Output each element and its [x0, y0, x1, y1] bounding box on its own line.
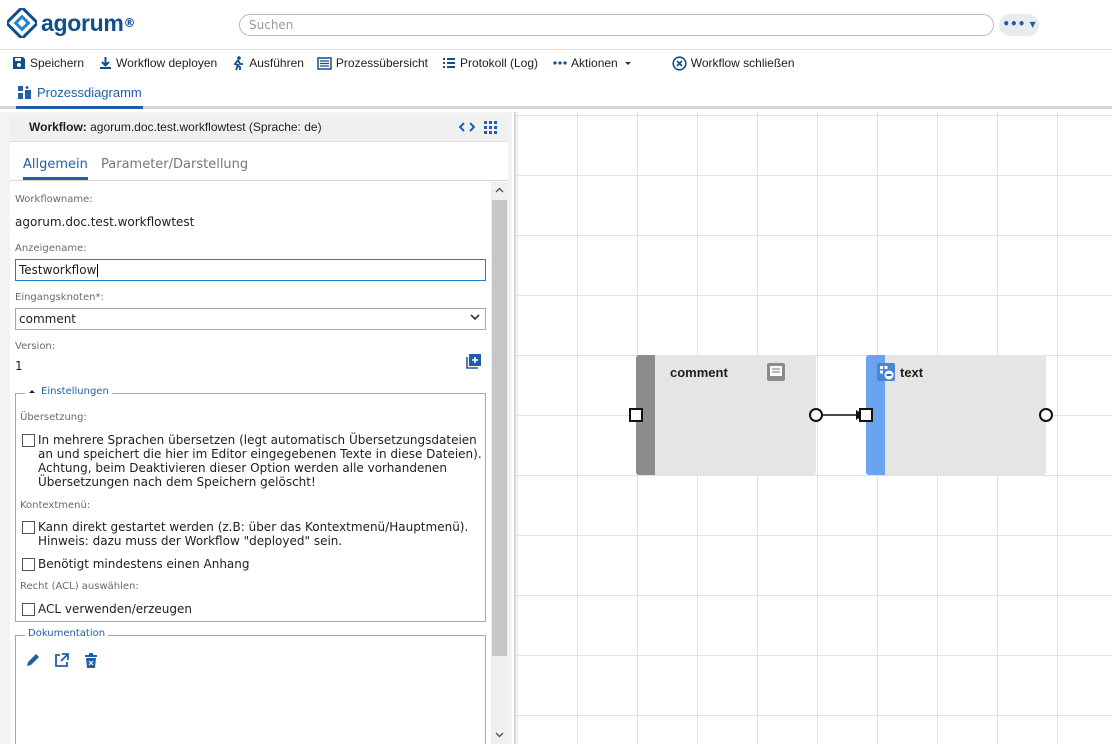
workflow-header-text: agorum.doc.test.workflowtest (Sprache: d…: [90, 120, 322, 134]
dokumentation-fieldset: Dokumentation: [15, 628, 486, 744]
delete-icon[interactable]: [85, 653, 97, 668]
top-bar: agorum ® Suchen ••• ▾: [0, 0, 1112, 50]
workflowname-value: agorum.doc.test.workflowtest: [15, 215, 195, 229]
open-external-icon[interactable]: [54, 653, 69, 668]
node-comment-title: comment: [670, 365, 728, 380]
run-icon: [233, 55, 244, 70]
more-menu-button[interactable]: ••• ▾: [999, 14, 1039, 36]
workflowname-label: Workflowname:: [15, 194, 93, 205]
dokumentation-legend: Dokumentation: [25, 628, 109, 639]
eingangsknoten-value: comment: [19, 312, 77, 326]
text-node-icon: [877, 363, 895, 381]
panel-tabs: Allgemein Parameter/Darstellung: [10, 143, 508, 181]
anzeigename-label: Anzeigename:: [15, 243, 87, 254]
uebersetzung-label: Übersetzung:: [20, 412, 87, 423]
logo-mark: ®: [123, 16, 136, 30]
tab-allgemein[interactable]: Allgemein: [23, 157, 88, 180]
diagram-canvas[interactable]: comment text: [514, 112, 1112, 744]
properties-inner: Workflow: agorum.doc.test.workflowtest (…: [10, 115, 508, 744]
acl-checkbox[interactable]: [22, 603, 35, 616]
overview-label: Prozessübersicht: [335, 56, 428, 70]
list-icon: [442, 58, 455, 68]
kontextmenue-label: Kontextmenü:: [20, 500, 91, 511]
run-label: Ausführen: [249, 56, 304, 70]
node-text[interactable]: text: [866, 355, 1046, 475]
tab-prozessdiagramm-label: Prozessdiagramm: [37, 84, 142, 100]
node-text-input-port[interactable]: [859, 408, 873, 422]
view-tabs: Prozessdiagramm: [0, 76, 1112, 109]
overview-icon: [317, 56, 332, 70]
node-text-title: text: [900, 365, 924, 380]
caret-up-icon: [29, 390, 35, 393]
add-version-icon[interactable]: [466, 354, 481, 369]
attachment-required-checkbox[interactable]: [22, 558, 35, 571]
grid-icon[interactable]: [484, 121, 497, 134]
acl-label: Recht (ACL) auswählen:: [20, 581, 139, 592]
eingangsknoten-select[interactable]: comment: [15, 308, 486, 330]
node-comment[interactable]: comment: [636, 355, 816, 475]
download-icon: [100, 57, 112, 69]
caret-down-icon: [624, 61, 631, 65]
close-workflow-button[interactable]: Workflow schließen: [672, 55, 795, 71]
save-icon: [13, 57, 25, 69]
run-button[interactable]: Ausführen: [231, 55, 304, 71]
version-value: 1: [15, 359, 23, 373]
actions-menu-button[interactable]: Aktionen: [553, 56, 636, 70]
chevron-down-icon: [470, 314, 480, 321]
save-label: Speichern: [30, 56, 85, 70]
comment-icon: [767, 363, 785, 381]
direct-start-checkbox[interactable]: [22, 521, 35, 534]
logo[interactable]: agorum ®: [7, 8, 136, 38]
einstellungen-legend-label: Einstellungen: [41, 386, 109, 397]
diagram-icon: [18, 85, 31, 99]
node-text-output-port[interactable]: [1039, 408, 1053, 422]
more-icon: [553, 61, 567, 65]
scroll-down-icon[interactable]: [495, 730, 504, 739]
close-circle-icon: [672, 55, 687, 71]
deploy-workflow-button[interactable]: Workflow deployen: [99, 56, 217, 70]
form-scrollbar[interactable]: [491, 182, 508, 744]
actions-label: Aktionen: [571, 56, 618, 70]
properties-panel: Workflow: agorum.doc.test.workflowtest (…: [0, 112, 512, 744]
toolbar: Speichern Workflow deployen Ausführen Pr…: [0, 51, 1112, 75]
einstellungen-fieldset: Einstellungen Übersetzung: In mehrere Sp…: [15, 386, 486, 622]
eingangsknoten-label: Eingangsknoten*:: [15, 292, 104, 303]
save-button[interactable]: Speichern: [12, 56, 84, 70]
process-overview-button[interactable]: Prozessübersicht: [317, 56, 428, 70]
direct-start-checkbox-label: Kann direkt gestartet werden (z.B: über …: [38, 520, 469, 548]
agorum-logo-icon: [7, 8, 37, 38]
tab-parameter-darstellung[interactable]: Parameter/Darstellung: [101, 157, 248, 172]
translate-checkbox-label: In mehrere Sprachen übersetzen (legt aut…: [38, 433, 482, 489]
log-button[interactable]: Protokoll (Log): [442, 56, 538, 70]
anzeigename-field[interactable]: Testworkflow: [15, 259, 486, 281]
anzeigename-value: Testworkflow: [19, 263, 97, 277]
text-caret: [97, 264, 99, 277]
version-label: Version:: [15, 341, 56, 352]
edit-icon[interactable]: [25, 653, 40, 668]
einstellungen-legend[interactable]: Einstellungen: [25, 386, 112, 397]
close-workflow-label: Workflow schließen: [690, 56, 795, 70]
scroll-up-icon[interactable]: [495, 186, 504, 195]
workflow-header-label: Workflow:: [29, 120, 87, 134]
workflow-header: Workflow: agorum.doc.test.workflowtest (…: [10, 115, 508, 142]
acl-checkbox-label: ACL verwenden/erzeugen: [38, 602, 192, 616]
logo-text: agorum: [41, 9, 124, 36]
deploy-label: Workflow deployen: [116, 56, 218, 70]
code-icon[interactable]: [459, 121, 475, 133]
scrollbar-thumb[interactable]: [492, 200, 507, 656]
attachment-required-checkbox-label: Benötigt mindestens einen Anhang: [38, 557, 250, 571]
node-comment-input-port[interactable]: [629, 408, 643, 422]
form-scroll-area: Workflowname: agorum.doc.test.workflowte…: [10, 182, 491, 744]
tab-prozessdiagramm[interactable]: Prozessdiagramm: [16, 82, 143, 109]
translate-checkbox[interactable]: [22, 434, 35, 447]
log-label: Protokoll (Log): [459, 56, 539, 70]
search-input[interactable]: Suchen: [239, 14, 994, 36]
